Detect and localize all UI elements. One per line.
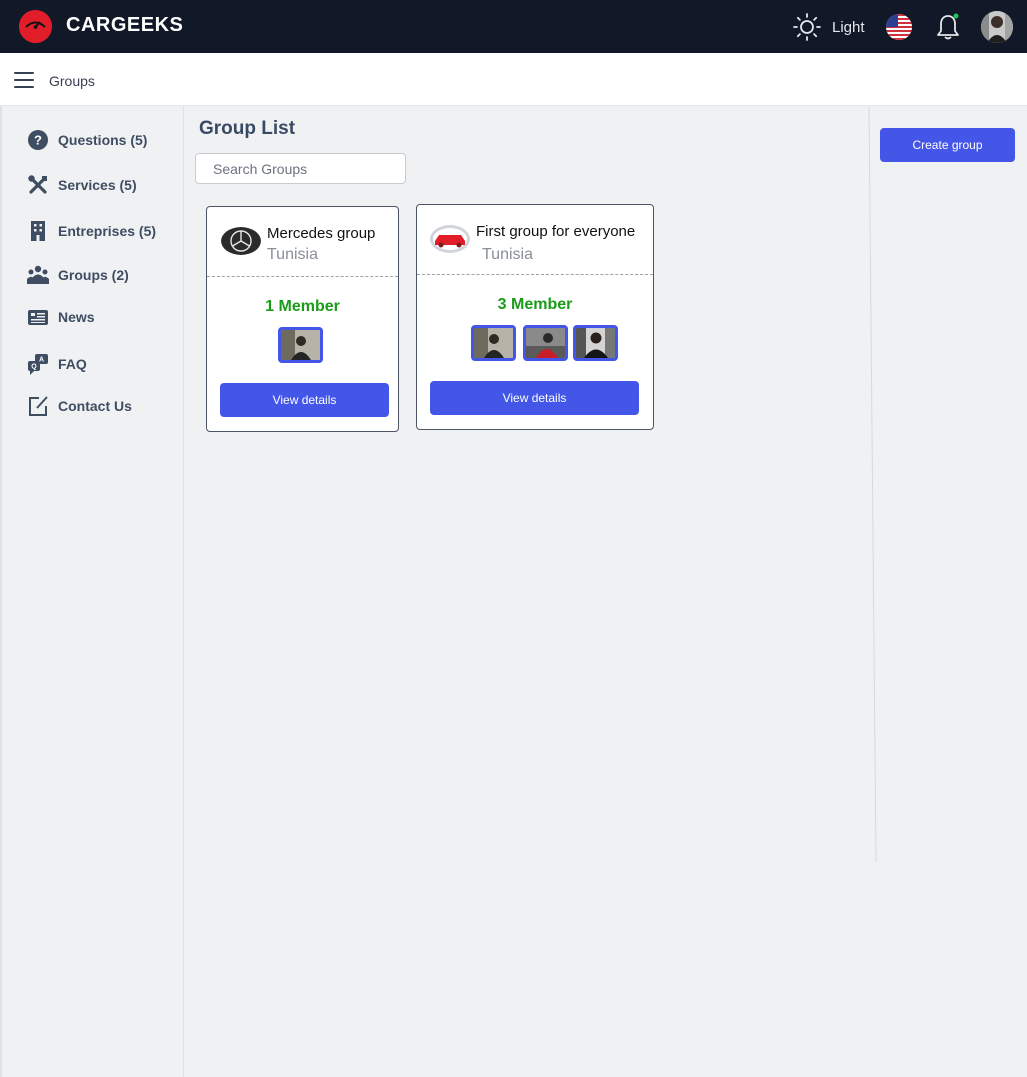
theme-label: Light (832, 18, 865, 36)
member-count: 3 Member (497, 296, 573, 313)
sidebar-item-label: Entreprises (5) (58, 223, 157, 239)
sidebar-item-questions[interactable]: ? Questions (5) (27, 129, 147, 151)
sidebar-item-contact[interactable]: Contact Us (27, 395, 132, 417)
view-details-button[interactable]: View details (220, 383, 389, 417)
sidebar-item-news[interactable]: News (27, 306, 95, 328)
group-name: Mercedes group (267, 225, 376, 242)
sidebar-item-faq[interactable]: AQ FAQ (27, 353, 87, 375)
sidebar (0, 106, 184, 1077)
edit-square-icon (27, 395, 49, 417)
user-avatar[interactable] (981, 11, 1013, 43)
member-avatar[interactable] (278, 327, 323, 363)
create-group-button[interactable]: Create group (880, 128, 1015, 162)
group-location: Tunisia (482, 246, 533, 263)
sidebar-item-entreprises[interactable]: Entreprises (5) (27, 220, 156, 242)
sidebar-item-services[interactable]: Services (5) (27, 174, 137, 196)
group-card: Mercedes group Tunisia 1 Member View det… (206, 206, 399, 432)
users-icon (27, 264, 49, 286)
us-flag-icon[interactable] (886, 14, 912, 40)
question-circle-icon: ? (27, 129, 49, 151)
sidebar-item-label: Contact Us (58, 398, 132, 414)
top-navbar: CARGEEKS Light (0, 0, 1027, 53)
sun-icon (793, 13, 821, 41)
panel-divider (868, 106, 877, 862)
member-avatar[interactable] (573, 325, 618, 361)
group-card: First group for everyone Tunisia 3 Membe… (416, 204, 654, 430)
group-name: First group for everyone (476, 223, 636, 240)
faq-chat-icon: AQ (27, 353, 49, 375)
group-location: Tunisia (267, 246, 318, 263)
newspaper-icon (27, 306, 49, 328)
page-title: Group List (199, 118, 296, 139)
sidebar-item-label: Groups (2) (58, 267, 129, 283)
building-icon (27, 220, 49, 242)
member-avatar[interactable] (523, 325, 568, 361)
brand-name[interactable]: CARGEEKS (66, 14, 183, 37)
sidebar-item-label: Services (5) (58, 177, 137, 193)
svg-text:A: A (39, 357, 44, 364)
sidebar-item-groups[interactable]: Groups (2) (27, 264, 129, 286)
search-groups-input[interactable] (195, 153, 406, 184)
member-avatar[interactable] (471, 325, 516, 361)
sidebar-item-label: News (58, 309, 95, 325)
svg-text:Q: Q (31, 364, 37, 371)
right-panel (868, 106, 1027, 1077)
svg-text:?: ? (34, 133, 42, 148)
view-details-button[interactable]: View details (430, 381, 639, 415)
breadcrumb: Groups (49, 73, 95, 89)
menu-hamburger-icon[interactable] (14, 72, 34, 88)
cargeeks-logo-icon[interactable] (19, 10, 52, 43)
sidebar-item-label: Questions (5) (58, 132, 148, 148)
member-count: 1 Member (265, 298, 340, 315)
tools-icon (27, 174, 49, 196)
notification-bell-icon[interactable] (934, 12, 962, 42)
theme-toggle[interactable]: Light (792, 12, 865, 42)
mercedes-logo-icon (221, 227, 261, 255)
sub-header (0, 53, 1027, 106)
red-car-logo-icon (430, 225, 470, 253)
sidebar-item-label: FAQ (58, 356, 87, 372)
